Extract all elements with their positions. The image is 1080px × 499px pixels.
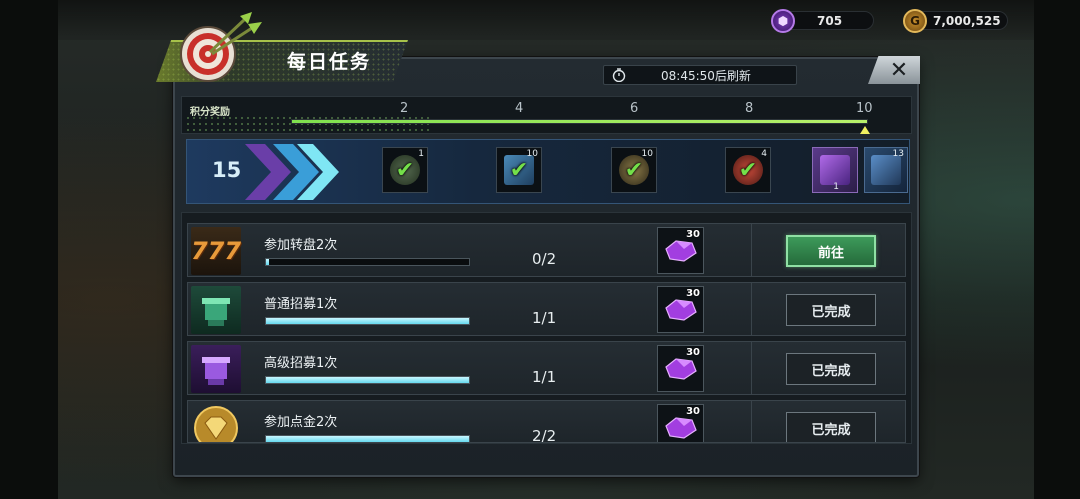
completed-button[interactable]: 已完成 [786,412,876,442]
milestone-reward[interactable]: ✔ 1 [382,147,428,193]
task-progress-bar [265,258,470,266]
divider [751,224,752,276]
score-progress-bar [291,119,868,124]
task-name: 参加点金2次 [264,415,338,430]
purple-gem-icon [664,298,697,321]
task-progress-fill [266,377,469,383]
check-icon: ✔ [738,157,758,183]
task-reward[interactable]: 30 [657,404,704,442]
check-icon: ✔ [624,157,644,183]
score-progress-fill [292,120,867,123]
target-icon [180,12,262,82]
chevron-arrows-icon [245,144,339,200]
task-reward[interactable]: 30 [657,286,704,333]
slot-777-icon: 777 [191,227,241,275]
milestone-reward[interactable]: 13 [864,147,908,193]
gold-coin-icon: G [903,9,927,33]
check-icon: ✔ [509,157,529,183]
check-icon: ✔ [395,157,415,183]
blue-crate-icon [871,155,901,185]
task-progress-fill [266,259,270,265]
letterbox-right [1034,0,1080,499]
divider [751,342,752,394]
reward-count: 10 [526,149,538,159]
gold-currency[interactable]: G 7,000,525 [903,9,1008,33]
milestone-reward[interactable]: ✔ 4 [725,147,771,193]
letterbox-left [0,0,58,499]
clock-icon [612,68,626,82]
score-tick: 10 [856,101,873,116]
reward-count: 13 [892,149,904,159]
score-tick: 2 [400,101,409,116]
milestone-reward[interactable]: 1 [812,147,858,193]
gem-icon: ⬢ [771,9,795,33]
task-row: 参加点金2次 2/2 30 已完成 [187,400,906,443]
gold-amount: 7,000,525 [933,13,1001,28]
grenade-icon: ✔ [390,155,420,185]
completed-button[interactable]: 已完成 [786,353,876,385]
task-progress-bar [265,435,470,442]
reward-count: 4 [761,149,767,159]
completed-button[interactable]: 已完成 [786,294,876,326]
reward-count: 10 [641,149,653,159]
task-progress-fill [266,436,469,442]
crossed-tools-icon: ✔ [619,155,649,185]
purple-gem-icon [664,239,697,262]
task-progress-fill [266,318,469,324]
task-progress-bar [265,317,470,325]
reward-count: 30 [686,406,700,417]
purple-gem-icon [664,416,697,439]
gem-currency[interactable]: ⬢ 705 [771,9,874,33]
gold-diamond-icon [191,404,241,442]
page-title: 每日任务 [287,51,372,73]
task-row: 777 参加转盘2次 0/2 30 前往 [187,223,906,277]
score-marker-icon [860,126,870,134]
refresh-timer: 08:45:50后刷新 [603,65,797,85]
score-tick: 6 [630,101,639,116]
reward-count: 1 [833,182,839,192]
task-progress-text: 0/2 [532,250,557,268]
milestone-reward[interactable]: ✔ 10 [611,147,657,193]
task-name: 参加转盘2次 [264,238,338,253]
timer-text: 08:45:50后刷新 [661,68,751,83]
ticket-icon: ✔ [504,155,534,185]
gem-amount: 705 [817,13,843,28]
task-name: 高级招募1次 [264,356,338,371]
divider [751,283,752,335]
medkit-icon: ✔ [733,155,763,185]
divider [751,401,752,442]
purple-crate-icon [820,155,850,185]
task-progress-bar [265,376,470,384]
score-tick: 4 [515,101,524,116]
score-tick: 8 [745,101,754,116]
reward-count: 1 [418,149,424,159]
task-progress-text: 2/2 [532,427,557,443]
score-label: 积分奖励 [190,107,230,118]
task-reward[interactable]: 30 [657,227,704,274]
close-icon: ✕ [889,57,909,83]
task-row: 普通招募1次 1/1 30 已完成 [187,282,906,336]
go-button[interactable]: 前往 [786,235,876,267]
task-name: 普通招募1次 [264,297,338,312]
purple-recruit-icon [191,345,241,393]
reward-count: 30 [686,288,700,299]
green-recruit-icon [191,286,241,334]
reward-count: 30 [686,347,700,358]
milestone-reward[interactable]: ✔ 10 [496,147,542,193]
purple-gem-icon [664,357,697,380]
task-reward[interactable]: 30 [657,345,704,392]
task-progress-text: 1/1 [532,309,557,327]
task-row: 高级招募1次 1/1 30 已完成 [187,341,906,395]
task-progress-text: 1/1 [532,368,557,386]
reward-count: 30 [686,229,700,240]
